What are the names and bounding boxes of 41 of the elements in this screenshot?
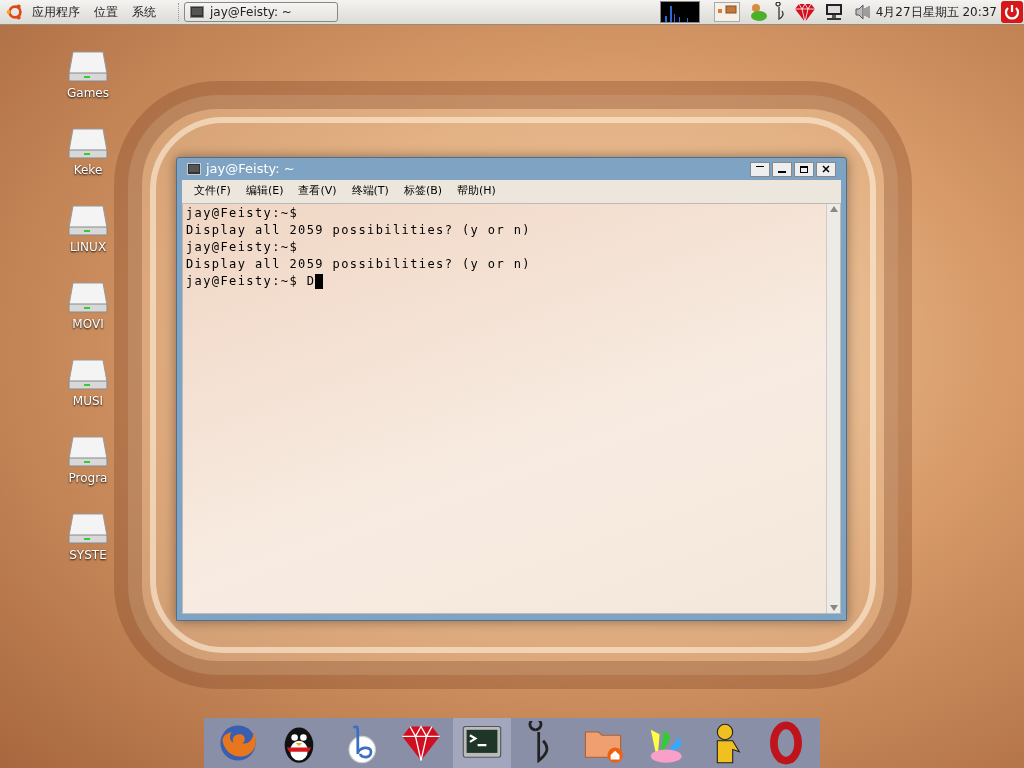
terminal-icon bbox=[187, 163, 201, 175]
hard-drive-icon[interactable] bbox=[67, 281, 109, 313]
menu-item[interactable]: 查看(V) bbox=[292, 183, 343, 200]
panel-menu[interactable]: 位置 bbox=[94, 3, 118, 21]
window-switcher-icon[interactable] bbox=[713, 2, 740, 22]
minimize-button[interactable] bbox=[772, 161, 792, 177]
terminal-line: jay@Feisty:~$ bbox=[186, 205, 299, 222]
menu-item[interactable]: 终端(T) bbox=[345, 183, 395, 200]
scroll-down-arrow-icon[interactable] bbox=[829, 605, 838, 611]
menu-item[interactable]: 标签(B) bbox=[397, 183, 449, 200]
panel-menu[interactable]: 系统 bbox=[132, 3, 156, 21]
roll-up-button[interactable] bbox=[750, 161, 770, 177]
close-button[interactable] bbox=[816, 161, 836, 177]
ruby-icon[interactable] bbox=[793, 1, 816, 23]
network-icon[interactable] bbox=[823, 2, 844, 22]
menu-item[interactable]: 帮助(H) bbox=[451, 183, 502, 200]
terminal-line: jay@Feisty:~$ bbox=[186, 239, 299, 256]
close-icon bbox=[822, 165, 830, 173]
scroll-up-arrow-icon[interactable] bbox=[829, 206, 838, 212]
volume-icon[interactable] bbox=[853, 3, 872, 21]
terminal-line: Display all 2059 possibilities? (y or n) bbox=[186, 222, 531, 239]
scrollbar[interactable] bbox=[826, 204, 840, 613]
taskbar-button[interactable]: jay@Feisty: ~ bbox=[184, 2, 338, 22]
power-button-icon[interactable] bbox=[1001, 1, 1023, 23]
terminal-line: Display all 2059 possibilities? (y or n) bbox=[186, 256, 531, 273]
hard-drive-icon[interactable] bbox=[67, 50, 109, 82]
panel-menu[interactable]: 应用程序 bbox=[32, 3, 80, 21]
menu-item[interactable]: 编辑(E) bbox=[239, 183, 290, 200]
ubuntu-logo-icon[interactable] bbox=[6, 3, 24, 21]
hard-drive-icon[interactable] bbox=[67, 358, 109, 390]
hard-drive-icon[interactable] bbox=[67, 204, 109, 236]
menu-item[interactable]: 文件(F) bbox=[188, 183, 237, 200]
hard-drive-icon[interactable] bbox=[67, 435, 109, 467]
terminal-icon bbox=[190, 6, 204, 18]
hard-drive-icon[interactable] bbox=[67, 512, 109, 544]
terminal-line: jay@Feisty:~$ D bbox=[186, 273, 316, 290]
clock-text[interactable]: 4月27日星期五 20:37 bbox=[875, 3, 997, 21]
hard-drive-icon[interactable] bbox=[67, 127, 109, 159]
maximize-button[interactable] bbox=[794, 161, 814, 177]
window-title: jay@Feisty: ~ bbox=[206, 160, 295, 179]
system-monitor-graph[interactable] bbox=[659, 1, 700, 23]
